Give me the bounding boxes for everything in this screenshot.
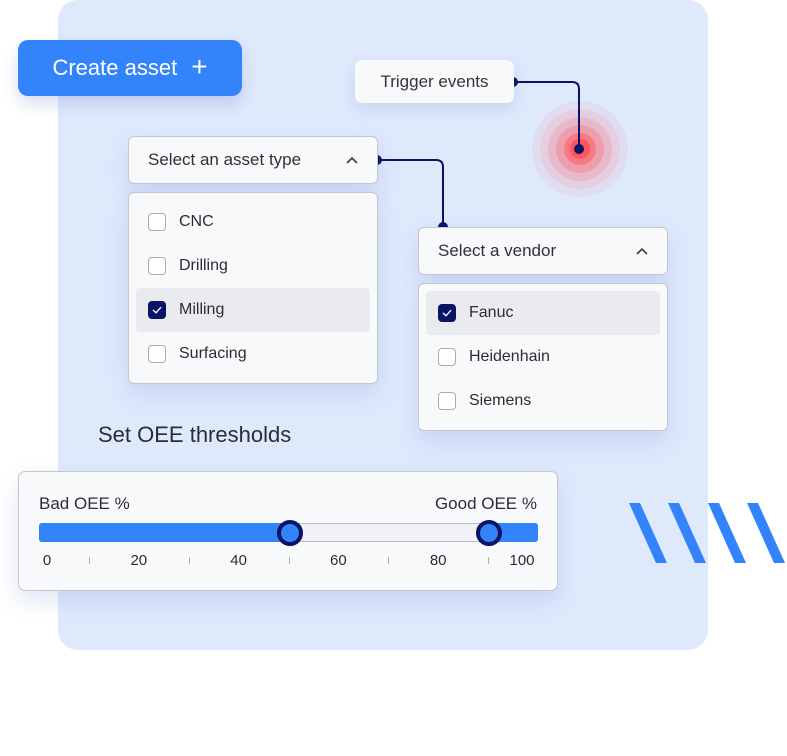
- tick-label: 40: [230, 552, 247, 569]
- option-label: Surfacing: [179, 345, 247, 362]
- checkbox-checked[interactable]: [148, 301, 166, 319]
- tick-label: 60: [330, 552, 347, 569]
- checkbox-checked[interactable]: [438, 304, 456, 322]
- connector-layer: [372, 77, 785, 563]
- plus-icon: +: [191, 51, 208, 82]
- vendor-placeholder: Select a vendor: [438, 241, 557, 260]
- checkbox[interactable]: [148, 345, 166, 363]
- oee-range-slider[interactable]: [39, 519, 538, 546]
- bad-oee-label: Bad OEE %: [39, 494, 130, 513]
- good-oee-label: Good OEE %: [434, 494, 537, 513]
- create-asset-button[interactable]: Create asset +: [18, 40, 242, 96]
- asset-type-option[interactable]: Drilling: [136, 244, 370, 288]
- tick-mark: [388, 557, 390, 564]
- checkmark-icon: [442, 309, 452, 317]
- asset-type-option[interactable]: CNC: [136, 200, 370, 244]
- tick-mark: [488, 557, 490, 564]
- tick-mark: [288, 557, 290, 564]
- option-label: Heidenhain: [469, 348, 550, 365]
- checkbox[interactable]: [148, 257, 166, 275]
- option-label: Fanuc: [469, 304, 514, 321]
- pulse-center-dot: [574, 144, 584, 154]
- asset-type-dropdown: CNC Drilling Milling Surfacing: [128, 192, 378, 384]
- option-label: CNC: [179, 213, 214, 230]
- trigger-events-chip[interactable]: Trigger events: [355, 60, 514, 103]
- oee-threshold-card: Bad OEE % Good OEE % 0 20 40 60 80 100: [18, 471, 558, 591]
- tick-label: 0: [42, 552, 52, 569]
- option-label: Drilling: [179, 257, 228, 274]
- tick-label: 100: [509, 552, 535, 569]
- asset-type-select[interactable]: Select an asset type: [128, 136, 378, 184]
- good-oee-thumb[interactable]: [476, 519, 503, 546]
- bad-oee-thumb[interactable]: [276, 519, 303, 546]
- create-asset-label: Create asset: [52, 55, 178, 80]
- vendor-option[interactable]: Siemens: [426, 379, 660, 423]
- checkbox[interactable]: [438, 348, 456, 366]
- tick-mark: [88, 557, 90, 564]
- decorative-stripes-icon: [629, 503, 785, 563]
- checkbox[interactable]: [438, 392, 456, 410]
- checkmark-icon: [152, 306, 162, 314]
- vendor-select[interactable]: Select a vendor: [418, 227, 668, 275]
- oee-scale: 0 20 40 60 80 100: [39, 552, 538, 572]
- tick-mark: [188, 557, 190, 564]
- oee-section-title: Set OEE thresholds: [98, 422, 292, 447]
- chevron-up-icon: [346, 156, 358, 164]
- chevron-up-icon: [636, 247, 648, 255]
- checkbox[interactable]: [148, 213, 166, 231]
- asset-type-option[interactable]: Surfacing: [136, 332, 370, 376]
- asset-vendor-connector-line: [377, 159, 444, 227]
- tick-label: 80: [429, 552, 447, 569]
- vendor-option[interactable]: Fanuc: [426, 291, 660, 335]
- trigger-events-label: Trigger events: [380, 71, 489, 91]
- tick-label: 20: [130, 552, 148, 569]
- asset-type-placeholder: Select an asset type: [148, 150, 302, 169]
- option-label: Milling: [179, 301, 225, 318]
- vendor-option[interactable]: Heidenhain: [426, 335, 660, 379]
- bad-range-fill: [39, 523, 290, 542]
- option-label: Siemens: [469, 392, 532, 409]
- vendor-dropdown: Fanuc Heidenhain Siemens: [418, 283, 668, 431]
- asset-type-option[interactable]: Milling: [136, 288, 370, 332]
